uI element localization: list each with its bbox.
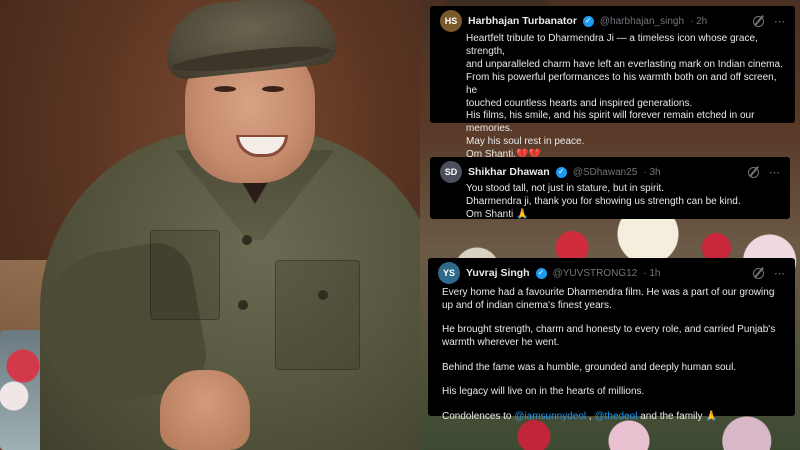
- author-name[interactable]: Shikhar Dhawan: [468, 166, 550, 178]
- tweet-condolence-line: Condolences to @iamsunnydeol , @thedeol …: [442, 411, 785, 424]
- verified-badge-icon: ✓: [535, 267, 547, 279]
- more-options-icon[interactable]: ⋯: [774, 15, 785, 28]
- author-handle[interactable]: @harbhajan_singh: [600, 16, 684, 27]
- jacket-pocket-left: [150, 230, 220, 320]
- tweet-timestamp[interactable]: · 3h: [643, 167, 660, 178]
- author-name[interactable]: Yuvraj Singh: [466, 267, 530, 279]
- tweet-line: up and of indian cinema's finest years.: [442, 299, 612, 311]
- jacket-button: [318, 290, 328, 300]
- tweet-line: Om Shanti 🙏: [466, 208, 529, 220]
- tweet-line: and unparalleled charm have left an ever…: [466, 58, 783, 70]
- tweet-line: From his powerful performances to his wa…: [466, 71, 777, 96]
- tweet-line: His films, his smile, and his spirit wil…: [466, 110, 755, 122]
- tweet-text: You stood tall, not just in stature, but…: [466, 183, 780, 222]
- tweet-text: Heartfelt tribute to Dharmendra Ji — a t…: [466, 33, 785, 162]
- tweet-timestamp[interactable]: · 2h: [690, 16, 707, 27]
- tweet-line: Behind the fame was a humble, grounded a…: [442, 361, 737, 373]
- jacket-button: [238, 300, 248, 310]
- grok-icon[interactable]: [753, 267, 764, 279]
- avatar[interactable]: HS: [440, 10, 462, 32]
- tweet-line: You stood tall, not just in stature, but…: [466, 183, 665, 194]
- more-options-icon[interactable]: ⋯: [769, 166, 780, 179]
- verified-badge-icon: ✓: [582, 15, 594, 27]
- mention-link-thedeol[interactable]: @thedeol: [594, 411, 637, 422]
- author-name[interactable]: Harbhajan Turbanator: [468, 15, 577, 27]
- tweet-text: Every home had a favourite Dharmendra fi…: [442, 287, 785, 424]
- tweet-card-harbhajan[interactable]: HS Harbhajan Turbanator ✓ @harbhajan_sin…: [430, 6, 795, 160]
- background-photo: [0, 0, 430, 450]
- tweet-line: Heartfelt tribute to Dharmendra Ji — a t…: [466, 33, 758, 57]
- tweet-line: warmth wherever he went.: [442, 337, 560, 349]
- person-eye: [262, 86, 284, 92]
- condolence-suffix: and the family 🙏: [637, 410, 718, 422]
- jacket-button: [242, 235, 252, 245]
- tweet-line: May his soul rest in peace.: [466, 136, 585, 148]
- mention-link-sunnydeol[interactable]: @iamsunnydeol: [514, 411, 586, 422]
- tweet-line: He brought strength, charm and honesty t…: [442, 324, 776, 336]
- avatar[interactable]: SD: [440, 161, 462, 183]
- jacket-pocket-right: [275, 260, 360, 370]
- verified-badge-icon: ✓: [555, 166, 567, 178]
- tweet-line: memories.: [466, 123, 513, 135]
- tweet-card-shikhar[interactable]: SD Shikhar Dhawan ✓ @SDhawan25 · 3h ⋯ Yo…: [430, 157, 790, 222]
- avatar[interactable]: YS: [438, 262, 460, 284]
- tweet-line: Every home had a favourite Dharmendra fi…: [442, 287, 775, 298]
- person-hand: [160, 370, 250, 450]
- more-options-icon[interactable]: ⋯: [774, 267, 785, 280]
- tweet-line: Dharmendra ji, thank you for showing us …: [466, 195, 741, 207]
- author-handle[interactable]: @YUVSTRONG12: [553, 268, 638, 279]
- tweet-line: His legacy will live on in the hearts of…: [442, 386, 645, 398]
- grok-icon[interactable]: [753, 15, 764, 27]
- author-handle[interactable]: @SDhawan25: [573, 167, 638, 178]
- tweet-header: HS Harbhajan Turbanator ✓ @harbhajan_sin…: [440, 10, 785, 32]
- tweet-timestamp[interactable]: · 1h: [643, 268, 660, 279]
- person-eye: [214, 86, 236, 92]
- tweet-header: YS Yuvraj Singh ✓ @YUVSTRONG12 · 1h ⋯: [438, 262, 785, 284]
- tweet-line: touched countless hearts and inspired ge…: [466, 97, 693, 109]
- tweet-header: SD Shikhar Dhawan ✓ @SDhawan25 · 3h ⋯: [440, 161, 780, 183]
- condolence-prefix: Condolences to: [442, 410, 515, 422]
- tweet-card-yuvraj[interactable]: YS Yuvraj Singh ✓ @YUVSTRONG12 · 1h ⋯ Ev…: [428, 258, 795, 422]
- grok-icon[interactable]: [748, 166, 759, 178]
